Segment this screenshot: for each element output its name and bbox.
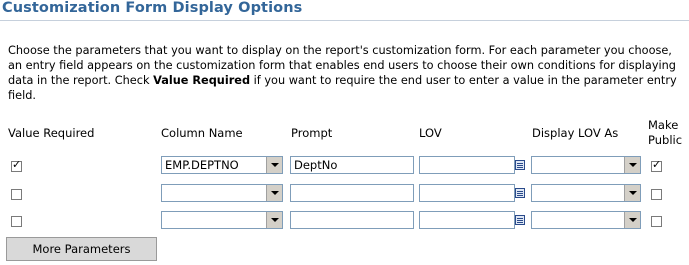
column-name-value-1: EMP.DEPTNO: [165, 158, 239, 172]
prompt-input-3[interactable]: [290, 211, 414, 229]
chevron-down-icon[interactable]: [624, 185, 640, 201]
list-icon[interactable]: [515, 215, 525, 225]
header-make-public: Make Public: [648, 118, 682, 148]
more-parameters-button[interactable]: More Parameters: [6, 237, 157, 261]
header-make-public-line2: Public: [648, 133, 683, 147]
header-make-public-line1: Make: [648, 118, 679, 132]
chevron-down-icon[interactable]: [266, 185, 282, 201]
display-lov-as-select-3[interactable]: [531, 211, 641, 229]
value-required-checkbox-3[interactable]: [11, 216, 22, 227]
title-divider: [0, 20, 689, 21]
value-required-checkbox-1[interactable]: [11, 158, 22, 172]
display-lov-as-select-2[interactable]: [531, 184, 641, 202]
parameter-row-1: EMP.DEPTNO DeptNo: [0, 155, 689, 177]
parameter-row-2: [0, 183, 689, 205]
chevron-down-icon[interactable]: [624, 212, 640, 228]
chevron-down-icon[interactable]: [266, 157, 282, 173]
chevron-down-icon[interactable]: [624, 157, 640, 173]
list-icon[interactable]: [515, 160, 525, 170]
column-name-select-2[interactable]: [161, 184, 283, 202]
column-name-select-3[interactable]: [161, 211, 283, 229]
lov-input-2[interactable]: [419, 184, 515, 202]
instructions-text: Choose the parameters that you want to d…: [8, 43, 686, 103]
display-lov-as-select-1[interactable]: [531, 156, 641, 174]
header-column-name: Column Name: [161, 126, 243, 140]
instructions-bold: Value Required: [153, 74, 251, 87]
parameter-row-3: [0, 210, 689, 232]
section-title: Customization Form Display Options: [2, 0, 303, 16]
header-prompt: Prompt: [291, 126, 333, 140]
header-display-lov-as: Display LOV As: [532, 126, 619, 140]
column-name-select-1[interactable]: EMP.DEPTNO: [161, 156, 283, 174]
prompt-input-2[interactable]: [290, 184, 414, 202]
header-lov: LOV: [419, 126, 442, 140]
chevron-down-icon[interactable]: [266, 212, 282, 228]
make-public-checkbox-3[interactable]: [651, 216, 662, 227]
value-required-checkbox-2[interactable]: [11, 189, 22, 200]
list-icon[interactable]: [515, 188, 525, 198]
header-value-required: Value Required: [8, 126, 95, 140]
lov-input-3[interactable]: [419, 211, 515, 229]
prompt-input-1[interactable]: DeptNo: [290, 156, 414, 174]
make-public-checkbox-2[interactable]: [651, 189, 662, 200]
make-public-checkbox-1[interactable]: [651, 158, 662, 172]
lov-input-1[interactable]: [419, 156, 515, 174]
